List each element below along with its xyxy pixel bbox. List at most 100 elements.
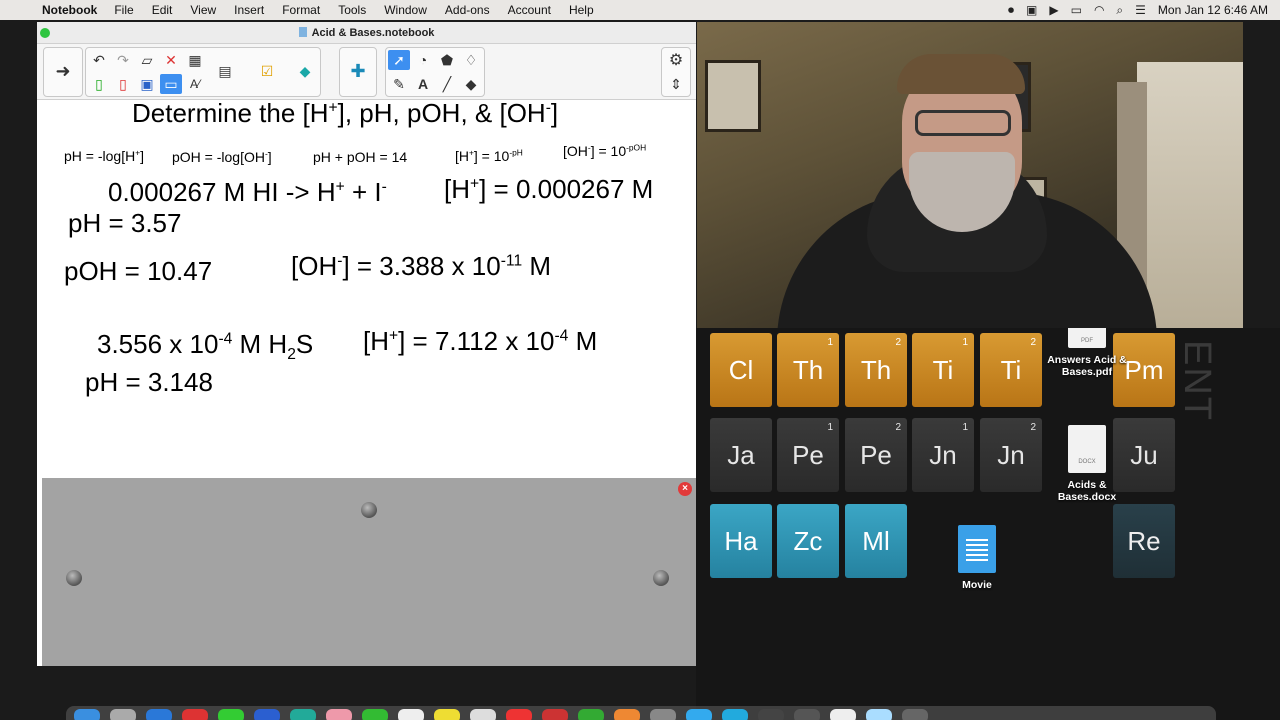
menu-insert[interactable]: Insert [234, 3, 282, 17]
search-icon[interactable]: ⌕ [1116, 3, 1123, 18]
delete-icon[interactable]: ✕ [160, 50, 182, 70]
notebook-canvas[interactable]: Determine the [H+], pH, pOH, & [OH-] pH … [37, 98, 696, 478]
shade-top-handle[interactable] [361, 502, 377, 518]
dock-trash-icon[interactable] [902, 709, 928, 720]
docx-file-acids-bases[interactable]: DOCX Acids & Bases.docx [1046, 425, 1128, 503]
element-tile-symbol: Ti [932, 354, 954, 385]
record-icon[interactable]: ⏺ [1008, 3, 1014, 18]
toolbar-position-icon[interactable]: ⇕ [665, 74, 687, 94]
dock-app-icon[interactable] [614, 709, 640, 720]
menu-window[interactable]: Window [384, 3, 445, 17]
dock-app-icon[interactable] [794, 709, 820, 720]
document-camera-icon[interactable]: ▤ [214, 61, 236, 81]
element-tile: Ha [710, 504, 772, 578]
dock-app-icon[interactable] [398, 709, 424, 720]
add-ons-puzzle-icon[interactable]: ✚ [347, 61, 369, 81]
screen-shade[interactable]: × [42, 478, 696, 666]
element-tile-number: 1 [962, 337, 968, 348]
shade-left-handle[interactable] [66, 570, 82, 586]
dock-app-icon[interactable] [218, 709, 244, 720]
play-icon[interactable]: ▶ [1049, 3, 1058, 17]
element-tile-number: 1 [827, 422, 833, 433]
menu-view[interactable]: View [190, 3, 234, 17]
menu-help[interactable]: Help [569, 3, 612, 17]
add-page-icon[interactable]: ▯ [88, 74, 110, 94]
shapes-tool-icon[interactable]: ◔ [412, 50, 434, 70]
activity-icon[interactable]: ◆ [294, 61, 316, 81]
paint-bucket-icon[interactable]: ♢ [460, 50, 482, 70]
dock-app-icon[interactable] [362, 709, 388, 720]
menu-file[interactable]: File [114, 3, 151, 17]
dock-app-icon[interactable] [470, 709, 496, 720]
menubar-clock[interactable]: Mon Jan 12 6:46 AM [1158, 3, 1268, 17]
delete-page-icon[interactable]: ▯ [112, 74, 134, 94]
toolbar-group-main: ↶ ↷ ▱ ✕ ▦ ▯ ▯ ▣ ▭ A⁄ ▤ ☑ ◆ [85, 47, 321, 97]
eraser-tool-icon[interactable]: ◆ [460, 74, 482, 94]
formula-oh-conc: [OH-] = 10-pOH [563, 142, 647, 159]
dock-app-icon[interactable] [254, 709, 280, 720]
open-folder-icon[interactable]: ▱ [136, 50, 158, 70]
dock-app-icon[interactable] [758, 709, 784, 720]
screen-shade-icon[interactable]: ▭ [160, 74, 182, 94]
menu-app-name[interactable]: Notebook [42, 3, 114, 17]
dock-app-icon[interactable] [506, 709, 532, 720]
dock-app-icon[interactable] [434, 709, 460, 720]
dock-app-icon[interactable] [866, 709, 892, 720]
movie-file[interactable]: Movie [946, 525, 1008, 591]
shade-right-handle[interactable] [653, 570, 669, 586]
dock-app-icon[interactable] [578, 709, 604, 720]
table-icon[interactable]: ▦ [184, 50, 206, 70]
next-page-arrow-icon[interactable]: ➜ [52, 61, 74, 81]
docx-file-icon: DOCX [1068, 425, 1106, 473]
line-tool-icon[interactable]: ╱ [436, 74, 458, 94]
menu-edit[interactable]: Edit [152, 3, 191, 17]
formula-sum: pH + pOH = 14 [313, 149, 408, 165]
element-tile-symbol: Ha [724, 525, 758, 556]
select-tool-icon[interactable]: ➚ [388, 50, 410, 70]
formula-poh: pOH = -log[OH-] [172, 148, 272, 165]
fill-tool-icon[interactable]: ⬟ [436, 50, 458, 70]
dock-app-icon[interactable] [686, 709, 712, 720]
handwriting-icon[interactable]: A⁄ [184, 74, 206, 94]
dock-app-icon[interactable] [290, 709, 316, 720]
element-tile-number: 2 [1030, 422, 1036, 433]
redo-icon[interactable]: ↷ [112, 50, 134, 70]
menu-format[interactable]: Format [282, 3, 338, 17]
save-icon[interactable]: ▣ [136, 74, 158, 94]
dock-app-icon[interactable] [722, 709, 748, 720]
control-center-icon[interactable]: ☰ [1135, 3, 1146, 17]
menu-addons[interactable]: Add-ons [445, 3, 508, 17]
dock-app-icon[interactable] [650, 709, 676, 720]
window-titlebar[interactable]: Acid & Bases.notebook [37, 22, 696, 44]
gear-icon[interactable]: ⚙ [665, 50, 687, 70]
dock-app-icon[interactable] [74, 709, 100, 720]
text-tool-icon[interactable]: A [412, 74, 434, 94]
app-status-icon[interactable]: ▣ [1026, 3, 1037, 17]
dock-app-icon[interactable] [182, 709, 208, 720]
formula-ph: pH = -log[H+] [64, 147, 144, 164]
dock-app-icon[interactable] [830, 709, 856, 720]
person-glasses [915, 110, 1011, 136]
pdf-file-answers[interactable]: PDF Answers Acid & Bases.pdf [1046, 328, 1128, 378]
toolbar-group-nav: ➜ [43, 47, 83, 97]
person-hair [897, 54, 1025, 94]
menu-account[interactable]: Account [508, 3, 569, 17]
battery-icon[interactable]: ▭ [1071, 3, 1082, 17]
dock-app-icon[interactable] [146, 709, 172, 720]
element-tile: Th 2 [845, 333, 907, 407]
pens-tool-icon[interactable]: ✎ [388, 74, 410, 94]
toolbar-group-settings: ⚙ ⇕ [661, 47, 691, 97]
toolbar-group-tools: ➚ ◔ ⬟ ♢ ✎ A ╱ ◆ [385, 47, 485, 97]
wifi-icon[interactable]: ◠ [1094, 3, 1104, 17]
response-icon[interactable]: ☑ [256, 61, 278, 81]
dock-app-icon[interactable] [110, 709, 136, 720]
shade-close-icon[interactable]: × [678, 482, 692, 496]
undo-icon[interactable]: ↶ [88, 50, 110, 70]
wall-certificate [705, 60, 761, 132]
window-zoom-button[interactable] [40, 28, 50, 38]
dock-app-icon[interactable] [326, 709, 352, 720]
dock-app-icon[interactable] [542, 709, 568, 720]
problem1-ph: pH = 3.57 [68, 208, 182, 238]
problem2-equation: 3.556 x 10-4 M H2S [97, 329, 314, 364]
menu-tools[interactable]: Tools [338, 3, 384, 17]
